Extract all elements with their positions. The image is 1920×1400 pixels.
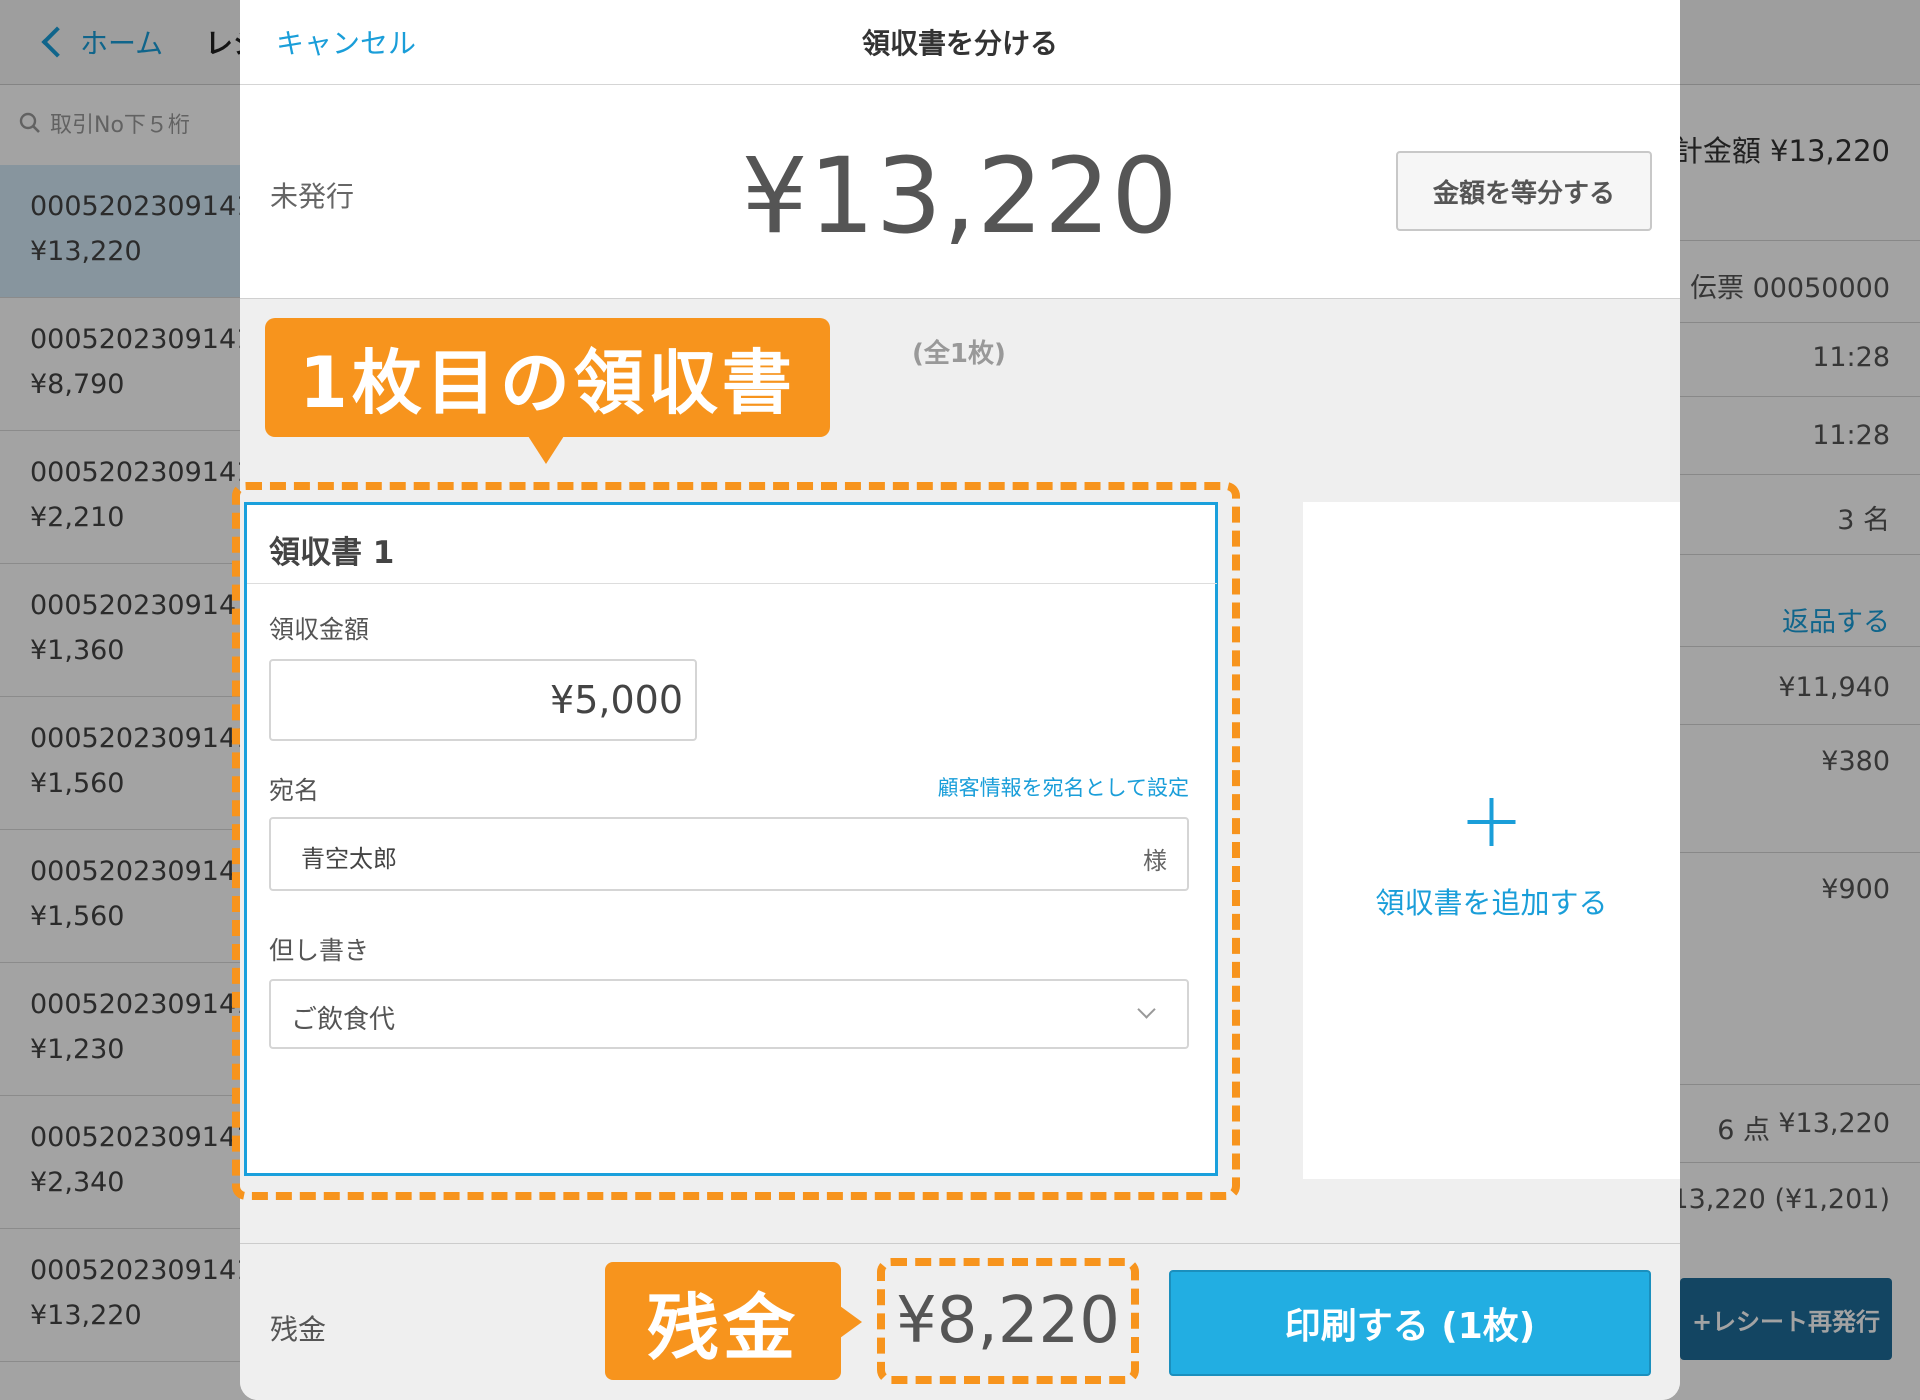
- remaining-callout: 残金: [605, 1262, 841, 1380]
- callout-pointer: [528, 436, 564, 464]
- modal-header: 領収書を分ける キャンセル: [240, 0, 1680, 85]
- issue-status: 未発行: [270, 180, 355, 213]
- receipt-count: (全1枚): [912, 339, 1006, 369]
- remaining-label: 残金: [270, 1313, 327, 1346]
- add-receipt-button[interactable]: 領収書を追加する: [1303, 502, 1680, 1179]
- cancel-button[interactable]: キャンセル: [276, 22, 416, 62]
- equal-split-button[interactable]: 金額を等分する: [1396, 151, 1652, 231]
- total-summary: ¥13,220 未発行 金額を等分する: [240, 85, 1680, 299]
- remaining-amount: ¥8,220: [877, 1258, 1139, 1384]
- receipt-highlight-frame: [232, 482, 1240, 1200]
- modal-title: 領収書を分ける: [861, 27, 1058, 60]
- add-receipt-label: 領収書を追加する: [1375, 886, 1608, 920]
- receipt-callout: 1枚目の領収書: [265, 318, 830, 437]
- callout-pointer: [840, 1306, 862, 1338]
- print-button[interactable]: 印刷する (1枚): [1169, 1270, 1651, 1376]
- plus-icon: [1467, 798, 1516, 846]
